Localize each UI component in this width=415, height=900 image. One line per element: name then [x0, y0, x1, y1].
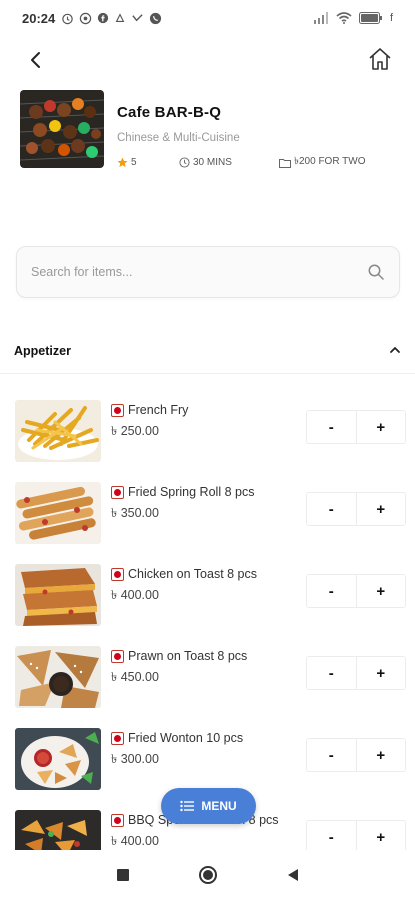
- decrease-button[interactable]: -: [307, 575, 356, 607]
- system-navigation-bar: [0, 852, 415, 900]
- recents-icon[interactable]: [116, 868, 130, 882]
- item-image: [15, 728, 101, 790]
- category-header[interactable]: Appetizer: [0, 330, 415, 374]
- wifi-icon: [336, 12, 352, 24]
- alarm-icon: [62, 13, 73, 24]
- whatsapp-icon: [80, 12, 92, 24]
- quantity-stepper: - +: [306, 820, 406, 850]
- quantity-stepper: - +: [306, 492, 406, 526]
- notification-icons: [61, 12, 162, 25]
- chevron-left-icon: [31, 52, 40, 68]
- item-image: [15, 564, 101, 626]
- restaurant-name: Cafe BAR-B-Q: [117, 104, 222, 121]
- clock-icon: [179, 157, 190, 168]
- home-button[interactable]: [365, 44, 395, 74]
- non-veg-icon: [111, 650, 124, 663]
- quantity-stepper: - +: [306, 738, 406, 772]
- menu-item: Fried Spring Roll 8 pcs ৳ 350.00 - +: [0, 474, 415, 544]
- viber-icon: [150, 12, 162, 24]
- missed-call-icon: [132, 13, 143, 21]
- item-image: [15, 810, 101, 850]
- menu-item: Fried Wonton 10 pcs ৳ 300.00 - +: [0, 720, 415, 790]
- top-navigation: [0, 40, 415, 80]
- increase-button[interactable]: +: [355, 411, 406, 443]
- menu-fab-label: MENU: [201, 799, 237, 813]
- decrease-button[interactable]: -: [307, 411, 356, 443]
- list-icon: [180, 800, 195, 812]
- item-name: Fried Wonton 10 pcs: [128, 731, 244, 745]
- menu-item: Chicken on Toast 8 pcs ৳ 400.00 - +: [0, 556, 415, 626]
- restaurant-header: Cafe BAR-B-Q Chinese & Multi-Cuisine 5 3…: [20, 90, 400, 170]
- item-price: ৳ 350.00: [111, 506, 159, 520]
- menu-item: Prawn on Toast 8 pcs ৳ 450.00 - +: [0, 638, 415, 708]
- cost-for-two-value: ৳200 FOR TWO: [294, 156, 366, 167]
- search-icon[interactable]: [367, 263, 385, 281]
- item-name: Chicken on Toast 8 pcs: [128, 567, 258, 581]
- increase-button[interactable]: +: [355, 739, 406, 771]
- battery-icon: [358, 12, 382, 24]
- item-image: [15, 482, 101, 544]
- status-bar: 20:24 f: [0, 0, 415, 36]
- item-price: ৳ 450.00: [111, 670, 159, 684]
- home-icon: [369, 48, 391, 70]
- facebook-icon: [98, 12, 109, 24]
- cost-for-two: ৳200 FOR TWO: [279, 154, 365, 171]
- app-notification-icon: [115, 13, 125, 22]
- item-price: ৳ 400.00: [111, 834, 159, 848]
- chevron-up-icon[interactable]: [387, 342, 403, 358]
- item-image: [15, 400, 101, 462]
- decrease-button[interactable]: -: [307, 739, 356, 771]
- back-button[interactable]: [22, 46, 50, 74]
- restaurant-cuisine: Chinese & Multi-Cuisine: [117, 132, 240, 144]
- search-input[interactable]: [31, 247, 351, 297]
- item-name: Fried Spring Roll 8 pcs: [128, 485, 255, 499]
- category-title: Appetizer: [14, 344, 71, 358]
- decrease-button[interactable]: -: [307, 657, 356, 689]
- battery-label: f: [389, 12, 393, 24]
- item-image: [15, 646, 101, 708]
- item-price: ৳ 300.00: [111, 752, 159, 766]
- rating: 5: [117, 157, 179, 168]
- menu-list: French Fry ৳ 250.00 - + Fried Spring Rol…: [0, 392, 415, 850]
- quantity-stepper: - +: [306, 656, 406, 690]
- restaurant-image: [20, 90, 104, 168]
- quantity-stepper: - +: [306, 574, 406, 608]
- non-veg-icon: [111, 732, 124, 745]
- star-icon: [117, 157, 128, 168]
- increase-button[interactable]: +: [355, 493, 406, 525]
- home-circle-icon[interactable]: [198, 865, 218, 885]
- decrease-button[interactable]: -: [307, 493, 356, 525]
- signal-icon: [313, 12, 328, 24]
- folder-icon: [279, 158, 291, 168]
- quantity-stepper: - +: [306, 410, 406, 444]
- increase-button[interactable]: +: [355, 657, 406, 689]
- back-triangle-icon[interactable]: [286, 868, 300, 882]
- search-bar: [16, 246, 400, 298]
- increase-button[interactable]: +: [355, 821, 406, 850]
- menu-item: French Fry ৳ 250.00 - +: [0, 392, 415, 462]
- item-price: ৳ 400.00: [111, 588, 159, 602]
- item-price: ৳ 250.00: [111, 424, 159, 438]
- restaurant-meta: 5 30 MINS ৳200 FOR TWO: [117, 154, 397, 171]
- non-veg-icon: [111, 568, 124, 581]
- status-time: 20:24: [22, 10, 56, 26]
- menu-fab-button[interactable]: MENU: [161, 788, 256, 824]
- item-name: Prawn on Toast 8 pcs: [128, 649, 248, 663]
- non-veg-icon: [111, 404, 124, 417]
- delivery-time-value: 30 MINS: [193, 157, 232, 168]
- non-veg-icon: [111, 486, 124, 499]
- increase-button[interactable]: +: [355, 575, 406, 607]
- non-veg-icon: [111, 814, 124, 827]
- decrease-button[interactable]: -: [307, 821, 356, 850]
- rating-value: 5: [131, 157, 137, 168]
- delivery-time: 30 MINS: [179, 157, 279, 168]
- system-icons: f: [313, 12, 393, 24]
- item-name: French Fry: [128, 403, 189, 417]
